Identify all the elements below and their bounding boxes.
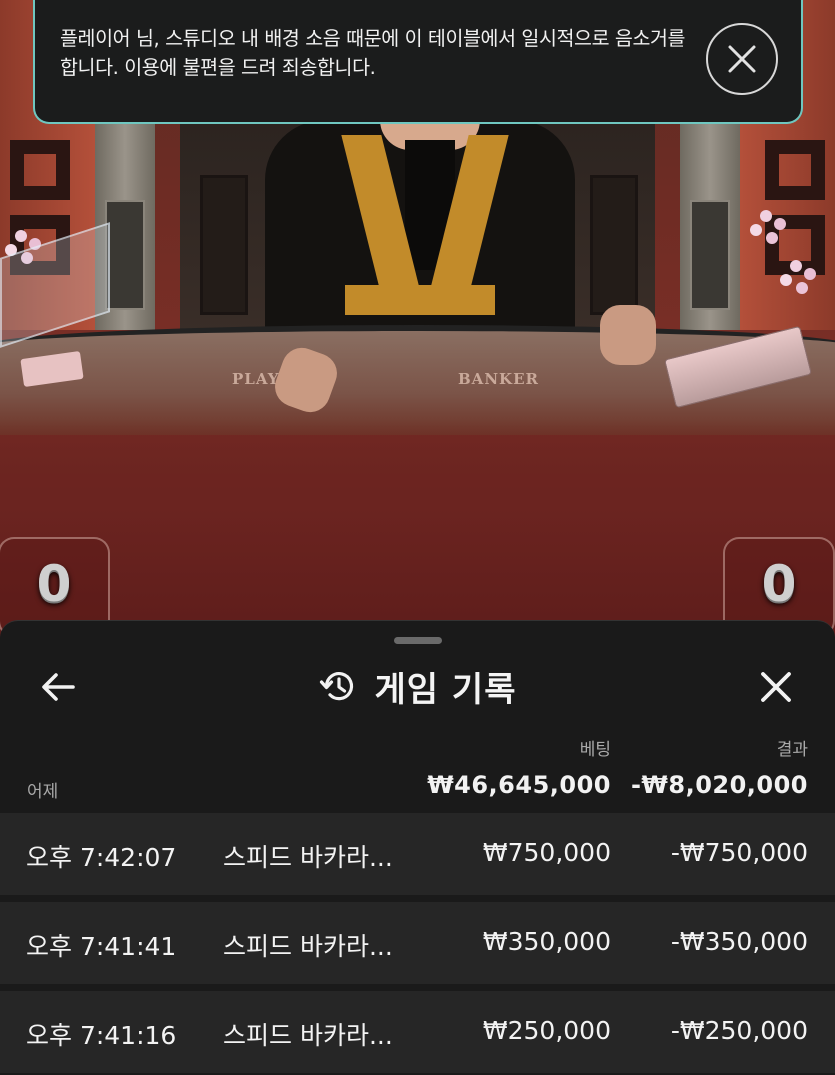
total-result: -₩8,020,000 [630,771,808,799]
row-result: -₩350,000 [670,927,808,956]
history-row[interactable]: 오후 7:42:07 스피드 바카라... ₩750,000 -₩750,000 [0,813,835,895]
lattice-decoration [10,140,70,200]
row-time: 오후 7:41:16 [26,1021,177,1050]
row-time: 오후 7:41:41 [26,932,177,961]
pillar-right [680,120,740,330]
notice-close-button[interactable] [706,23,778,95]
felt-banker-label: BANKER [458,370,539,388]
notice-message: 플레이어 님, 스튜디오 내 배경 소음 때문에 이 테이블에서 일시적으로 음… [60,27,686,79]
page-title: 게임 기록 [374,669,517,710]
row-bet: ₩250,000 [482,1016,611,1045]
row-game: 스피드 바카라... [223,843,393,872]
blossom-decoration [15,230,27,242]
dealer-sash [345,285,495,315]
lattice-decoration [765,140,825,200]
blossom-decoration [790,260,802,272]
close-circle-icon [728,45,756,73]
history-list: 오후 7:42:07 스피드 바카라... ₩750,000 -₩750,000… [0,813,835,1075]
table-shade [0,420,835,640]
row-game: 스피드 바카라... [223,1021,393,1050]
back-door [590,175,638,315]
dealer-hand [600,305,656,365]
row-time: 오후 7:42:07 [26,843,177,872]
history-row[interactable]: 오후 7:41:16 스피드 바카라... ₩250,000 -₩250,000 [0,991,835,1073]
column-header-result: 결과 [776,740,808,760]
sheet-header: 게임 기록 [0,661,835,711]
sheet-drag-handle[interactable] [394,637,442,644]
row-result: -₩250,000 [670,1016,808,1045]
history-row[interactable]: 오후 7:41:41 스피드 바카라... ₩350,000 -₩350,000 [0,902,835,984]
close-icon [761,672,791,702]
mute-notice-toast: 플레이어 님, 스튜디오 내 배경 소음 때문에 이 테이블에서 일시적으로 음… [33,0,803,124]
total-bet: ₩46,645,000 [427,771,611,799]
game-history-sheet: 게임 기록 베팅 결과 어제 ₩46,645,000 -₩8,020,000 오… [0,620,835,1075]
date-group-label: 어제 [27,782,59,802]
row-bet: ₩750,000 [482,838,611,867]
blossom-decoration [760,210,772,222]
back-door [200,175,248,315]
row-game: 스피드 바카라... [223,932,393,961]
row-result: -₩750,000 [670,838,808,867]
close-history-button[interactable] [756,665,796,709]
column-header-bet: 베팅 [579,740,611,760]
history-icon [319,672,353,701]
row-bet: ₩350,000 [482,927,611,956]
